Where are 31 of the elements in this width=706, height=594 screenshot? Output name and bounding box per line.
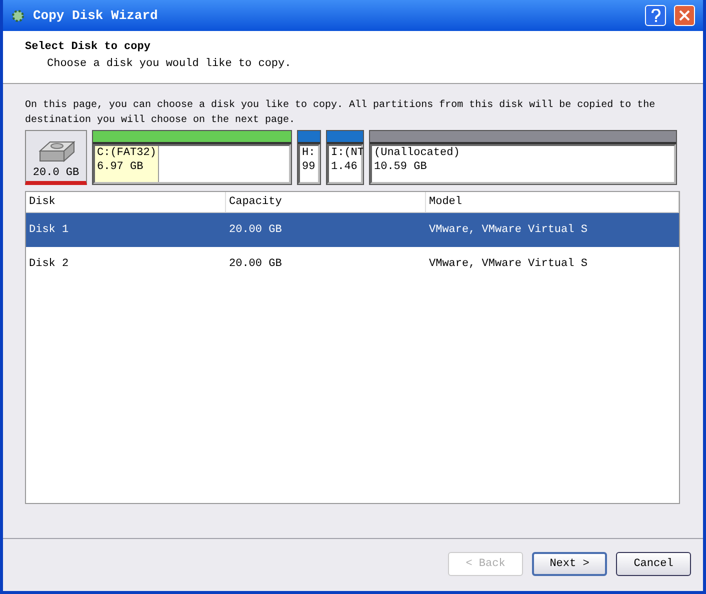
table-cell-text: Disk 1 — [28, 222, 70, 238]
table-cell-text: 20.00 GB — [228, 256, 283, 272]
hard-disk-icon — [36, 138, 76, 164]
table-cell-text: VMware, VMware Virtual S — [428, 222, 588, 238]
description-text: On this page, you can choose a disk you like to copy. All partitions from this disk will be copied to the destination you will choose on the next page. — [25, 98, 656, 128]
page-subtitle: Choose a disk you would like to copy. — [46, 56, 292, 72]
table-cell-text: VMware, VMware Virtual S — [428, 256, 588, 272]
close-icon — [679, 10, 690, 21]
wizard-button[interactable]: Next > — [532, 552, 607, 576]
partition-card[interactable]: C:(FAT32) 6.97 GB — [92, 130, 292, 185]
column-header[interactable]: Model — [426, 192, 679, 212]
column-header[interactable]: Capacity — [226, 192, 426, 212]
partition-label: (Unallocated) 10.59 GB — [373, 146, 461, 175]
disk-size: 20.0 GB — [32, 166, 80, 180]
close-button[interactable] — [674, 5, 695, 26]
table-cell-text: Disk 2 — [28, 256, 70, 272]
partition-card[interactable]: H: 99 — [297, 130, 321, 185]
wizard-button[interactable]: Cancel — [616, 552, 691, 576]
partition-card[interactable]: (Unallocated) 10.59 GB — [369, 130, 677, 185]
help-button[interactable] — [645, 5, 666, 26]
disk-card[interactable]: 20.0 GB — [25, 130, 87, 185]
partition-label: H: 99 — [301, 146, 316, 175]
table-row[interactable]: Disk 1 20.00 GB VMware, VMware Virtual S — [26, 213, 679, 247]
help-icon — [650, 9, 660, 22]
table-cell-text: 20.00 GB — [228, 222, 283, 238]
gear-icon — [11, 8, 25, 22]
partition-label: C:(FAT32) 6.97 GB — [95, 146, 160, 182]
page-title: Select Disk to copy — [25, 40, 152, 55]
window-title: Copy Disk Wizard — [33, 6, 159, 25]
table-row[interactable]: Disk 2 20.00 GB VMware, VMware Virtual S — [26, 247, 679, 281]
column-header[interactable]: Disk — [26, 192, 226, 212]
